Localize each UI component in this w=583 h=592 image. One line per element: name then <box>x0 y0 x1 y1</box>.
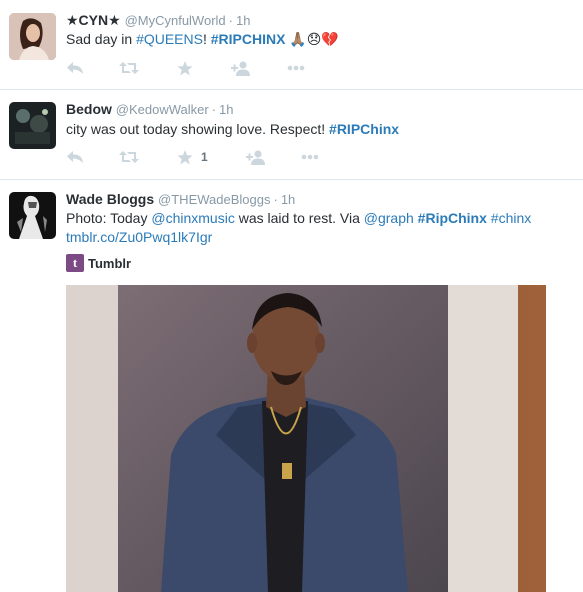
more-button[interactable] <box>287 58 305 78</box>
follow-button[interactable] <box>246 147 266 167</box>
tweet-header: Bedow @KedowWalker · 1h <box>66 101 234 117</box>
display-name[interactable]: Bedow <box>66 101 112 117</box>
hashtag-link[interactable]: #QUEENS <box>136 31 203 47</box>
tweet-1: ★CYN★ @MyCynfulWorld · 1h Sad day in #QUEE… <box>0 0 583 90</box>
favorite-button[interactable] <box>177 58 193 78</box>
avatar-image <box>9 13 56 60</box>
avatar[interactable] <box>9 13 56 60</box>
more-icon <box>301 154 319 160</box>
favorite-button[interactable]: 1 <box>177 147 208 167</box>
avatar[interactable] <box>9 102 56 149</box>
hashtag-link[interactable]: #RipChinx <box>418 210 487 226</box>
url-link[interactable]: tmblr.co/Zu0Pwq1lk7Igr <box>66 229 212 245</box>
hashtag-link[interactable]: #chinx <box>491 210 531 226</box>
avatar[interactable] <box>9 192 56 239</box>
reply-icon <box>67 151 83 163</box>
mention-link[interactable]: @graph <box>364 210 414 226</box>
tweet-text: Photo: Today @chinxmusic was laid to res… <box>66 210 532 245</box>
timestamp[interactable]: 1h <box>219 102 233 117</box>
username[interactable]: @THEWadeBloggs <box>158 192 270 207</box>
follow-button[interactable] <box>231 58 251 78</box>
card-source[interactable]: t Tumblr <box>66 254 131 272</box>
retweet-icon <box>119 151 139 163</box>
retweet-button[interactable] <box>119 58 139 78</box>
tweet-2: Bedow @KedowWalker · 1h city was out today… <box>0 90 583 180</box>
timestamp[interactable]: 1h <box>236 13 250 28</box>
timestamp[interactable]: 1h <box>281 192 295 207</box>
tweet-text: Sad day in #QUEENS! #RIPCHINX 🙏🏽😞💔 <box>66 31 339 47</box>
follow-icon <box>246 150 265 165</box>
retweet-button[interactable] <box>119 147 139 167</box>
emoji: 🙏🏽😞💔 <box>289 31 339 47</box>
username[interactable]: @MyCynfulWorld <box>125 13 226 28</box>
card-source-label: Tumblr <box>88 255 132 271</box>
display-name[interactable]: ★CYN★ <box>66 12 121 28</box>
tweet-header: ★CYN★ @MyCynfulWorld · 1h <box>66 12 251 28</box>
hashtag-link[interactable]: #RIPCHINX <box>211 31 286 47</box>
hashtag-link[interactable]: #RIPChinx <box>329 121 399 137</box>
photo-image <box>66 285 546 592</box>
tweet-text: city was out today showing love. Respect… <box>66 121 400 137</box>
avatar-image <box>9 102 56 149</box>
reply-icon <box>67 62 83 74</box>
display-name[interactable]: Wade Bloggs <box>66 191 154 207</box>
star-icon <box>177 60 193 75</box>
more-button[interactable] <box>301 147 319 167</box>
more-icon <box>287 65 305 71</box>
reply-button[interactable] <box>66 147 84 167</box>
star-icon <box>177 149 193 164</box>
tweet-photo[interactable] <box>66 285 546 592</box>
tweet-header: Wade Bloggs @THEWadeBloggs · 1h <box>66 191 296 207</box>
avatar-image <box>9 192 56 239</box>
username[interactable]: @KedowWalker <box>116 102 209 117</box>
reply-button[interactable] <box>66 58 84 78</box>
retweet-icon <box>119 62 139 74</box>
follow-icon <box>231 61 250 76</box>
tumblr-icon: t <box>66 254 84 272</box>
mention-link[interactable]: @chinxmusic <box>151 210 234 226</box>
favorite-count: 1 <box>201 150 208 164</box>
